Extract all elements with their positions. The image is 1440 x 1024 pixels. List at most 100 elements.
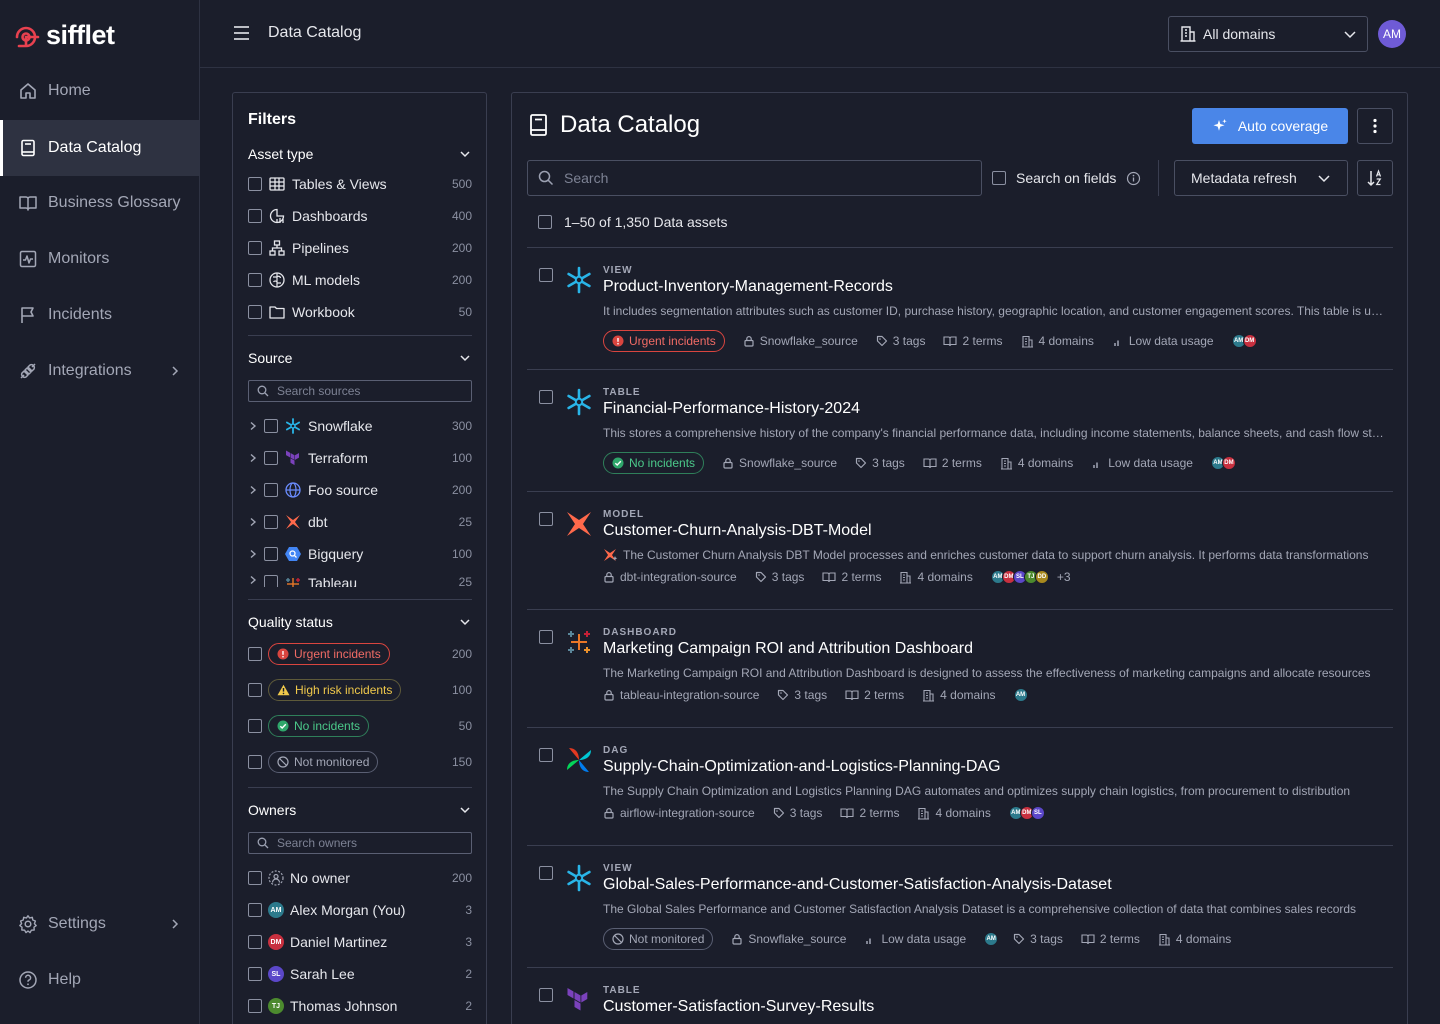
checkbox[interactable] xyxy=(248,999,262,1013)
quality-no-incidents[interactable]: No incidents 50 xyxy=(248,715,472,737)
owners-header[interactable]: Owners xyxy=(248,802,472,818)
asset-name[interactable]: Supply-Chain-Optimization-and-Logistics-… xyxy=(603,758,1001,776)
checkbox[interactable] xyxy=(248,241,262,255)
owner-avatars[interactable]: AM DM SL xyxy=(1008,806,1045,820)
owner-avatars[interactable]: AM DM xyxy=(1231,334,1257,348)
checkbox[interactable] xyxy=(539,630,553,644)
nav-home[interactable]: Home xyxy=(0,63,199,119)
owner-daniel-martinez[interactable]: DM Daniel Martinez 3 xyxy=(248,931,472,953)
owner-avatars[interactable]: AM DM SL TJ DD +3 xyxy=(990,570,1071,584)
checkbox[interactable] xyxy=(264,419,278,433)
nav-integrations[interactable]: Integrations xyxy=(0,343,199,399)
nav-help[interactable]: Help xyxy=(0,952,199,1008)
select-all-row[interactable]: 1–50 of 1,350 Data assets xyxy=(538,214,727,230)
chevron-right-icon[interactable] xyxy=(248,549,258,559)
checkbox[interactable] xyxy=(264,515,278,529)
terms-meta[interactable]: 2 terms xyxy=(943,334,1003,348)
terms-meta[interactable]: 2 terms xyxy=(840,806,899,820)
checkbox[interactable] xyxy=(992,171,1006,185)
checkbox[interactable] xyxy=(248,305,262,319)
tags-meta[interactable]: 3 tags xyxy=(876,334,925,348)
asset-row[interactable]: VIEW Product-Inventory-Management-Record… xyxy=(527,247,1393,369)
checkbox[interactable] xyxy=(248,935,262,949)
chevron-right-icon[interactable] xyxy=(248,485,258,495)
domains-meta[interactable]: 4 domains xyxy=(1158,932,1231,946)
checkbox[interactable] xyxy=(539,988,553,1002)
tags-meta[interactable]: 3 tags xyxy=(855,456,905,470)
auto-coverage-button[interactable]: Auto coverage xyxy=(1192,108,1348,144)
quality-header[interactable]: Quality status xyxy=(248,614,472,630)
domain-select[interactable]: All domains xyxy=(1168,16,1368,52)
quality-high-risk[interactable]: High risk incidents 100 xyxy=(248,679,472,701)
sort-button[interactable] xyxy=(1357,160,1393,196)
user-avatar[interactable]: AM xyxy=(1378,20,1406,48)
checkbox[interactable] xyxy=(248,647,262,661)
asset-name[interactable]: Marketing Campaign ROI and Attribution D… xyxy=(603,640,973,658)
source-snowflake[interactable]: Snowflake 300 xyxy=(248,415,472,437)
checkbox[interactable] xyxy=(264,575,278,587)
terms-meta[interactable]: 2 terms xyxy=(1081,932,1140,946)
owner-alex-morgan[interactable]: AM Alex Morgan (You) 3 xyxy=(248,899,472,921)
source-dbt[interactable]: dbt 25 xyxy=(248,511,472,533)
checkbox[interactable] xyxy=(248,683,262,697)
asset-type-tables[interactable]: Tables & Views 500 xyxy=(248,173,472,195)
checkbox[interactable] xyxy=(248,177,262,191)
tags-meta[interactable]: 3 tags xyxy=(777,688,827,702)
nav-monitors[interactable]: Monitors xyxy=(0,231,199,287)
checkbox[interactable] xyxy=(539,268,553,282)
domains-meta[interactable]: 4 domains xyxy=(917,806,991,820)
select-all-checkbox[interactable] xyxy=(538,215,552,229)
asset-name[interactable]: Product-Inventory-Management-Records xyxy=(603,278,893,296)
asset-type-dashboards[interactable]: Dashboards 400 xyxy=(248,205,472,227)
checkbox[interactable] xyxy=(248,903,262,917)
owner-none[interactable]: No owner 200 xyxy=(248,867,472,889)
asset-name[interactable]: Customer-Churn-Analysis-DBT-Model xyxy=(603,522,872,540)
checkbox[interactable] xyxy=(539,866,553,880)
owner-sarah-lee[interactable]: SL Sarah Lee 2 xyxy=(248,963,472,985)
quality-not-monitored[interactable]: Not monitored 150 xyxy=(248,751,472,773)
asset-row[interactable]: VIEW Global-Sales-Performance-and-Custom… xyxy=(527,845,1393,967)
asset-type-workbook[interactable]: Workbook 50 xyxy=(248,301,472,323)
domains-meta[interactable]: 4 domains xyxy=(1021,334,1094,348)
source-terraform[interactable]: Terraform 100 xyxy=(248,447,472,469)
checkbox[interactable] xyxy=(248,719,262,733)
asset-row[interactable]: MODEL Customer-Churn-Analysis-DBT-Model … xyxy=(527,491,1393,609)
owner-avatars[interactable]: AM DM xyxy=(1210,456,1236,470)
metadata-refresh-dropdown[interactable]: Metadata refresh xyxy=(1174,160,1348,196)
checkbox[interactable] xyxy=(539,512,553,526)
quality-urgent[interactable]: Urgent incidents 200 xyxy=(248,643,472,665)
nav-incidents[interactable]: Incidents xyxy=(0,287,199,343)
checkbox[interactable] xyxy=(248,755,262,769)
asset-type-pipelines[interactable]: Pipelines 200 xyxy=(248,237,472,259)
checkbox[interactable] xyxy=(248,209,262,223)
nav-business-glossary[interactable]: Business Glossary xyxy=(0,175,199,231)
source-tableau[interactable]: Tableau 25 xyxy=(248,575,472,587)
catalog-search-input[interactable]: Search xyxy=(527,160,982,196)
asset-row[interactable]: DASHBOARD Marketing Campaign ROI and Att… xyxy=(527,609,1393,727)
nav-settings[interactable]: Settings xyxy=(0,896,199,952)
asset-row[interactable]: TABLE Customer-Satisfaction-Survey-Resul… xyxy=(527,967,1393,1024)
sifflet-logo[interactable]: sifflet xyxy=(14,20,115,51)
checkbox[interactable] xyxy=(539,748,553,762)
checkbox[interactable] xyxy=(264,451,278,465)
domains-meta[interactable]: 4 domains xyxy=(899,570,973,584)
tags-meta[interactable]: 3 tags xyxy=(755,570,804,584)
owners-search-input[interactable]: Search owners xyxy=(248,832,472,854)
chevron-right-icon[interactable] xyxy=(248,421,258,431)
terms-meta[interactable]: 2 terms xyxy=(923,456,982,470)
chevron-right-icon[interactable] xyxy=(248,517,258,527)
checkbox[interactable] xyxy=(264,547,278,561)
asset-name[interactable]: Financial-Performance-History-2024 xyxy=(603,400,860,418)
asset-name[interactable]: Customer-Satisfaction-Survey-Results xyxy=(603,998,874,1016)
terms-meta[interactable]: 2 terms xyxy=(822,570,881,584)
asset-row[interactable]: TABLE Financial-Performance-History-2024… xyxy=(527,369,1393,491)
checkbox[interactable] xyxy=(248,273,262,287)
domains-meta[interactable]: 4 domains xyxy=(922,688,996,702)
more-options-button[interactable] xyxy=(1357,108,1393,144)
asset-row[interactable]: DAG Supply-Chain-Optimization-and-Logist… xyxy=(527,727,1393,845)
search-on-fields-toggle[interactable]: Search on fields xyxy=(992,160,1141,196)
chevron-right-icon[interactable] xyxy=(248,453,258,463)
source-header[interactable]: Source xyxy=(248,350,472,366)
source-bigquery[interactable]: Bigquery 100 xyxy=(248,543,472,565)
checkbox[interactable] xyxy=(248,871,262,885)
